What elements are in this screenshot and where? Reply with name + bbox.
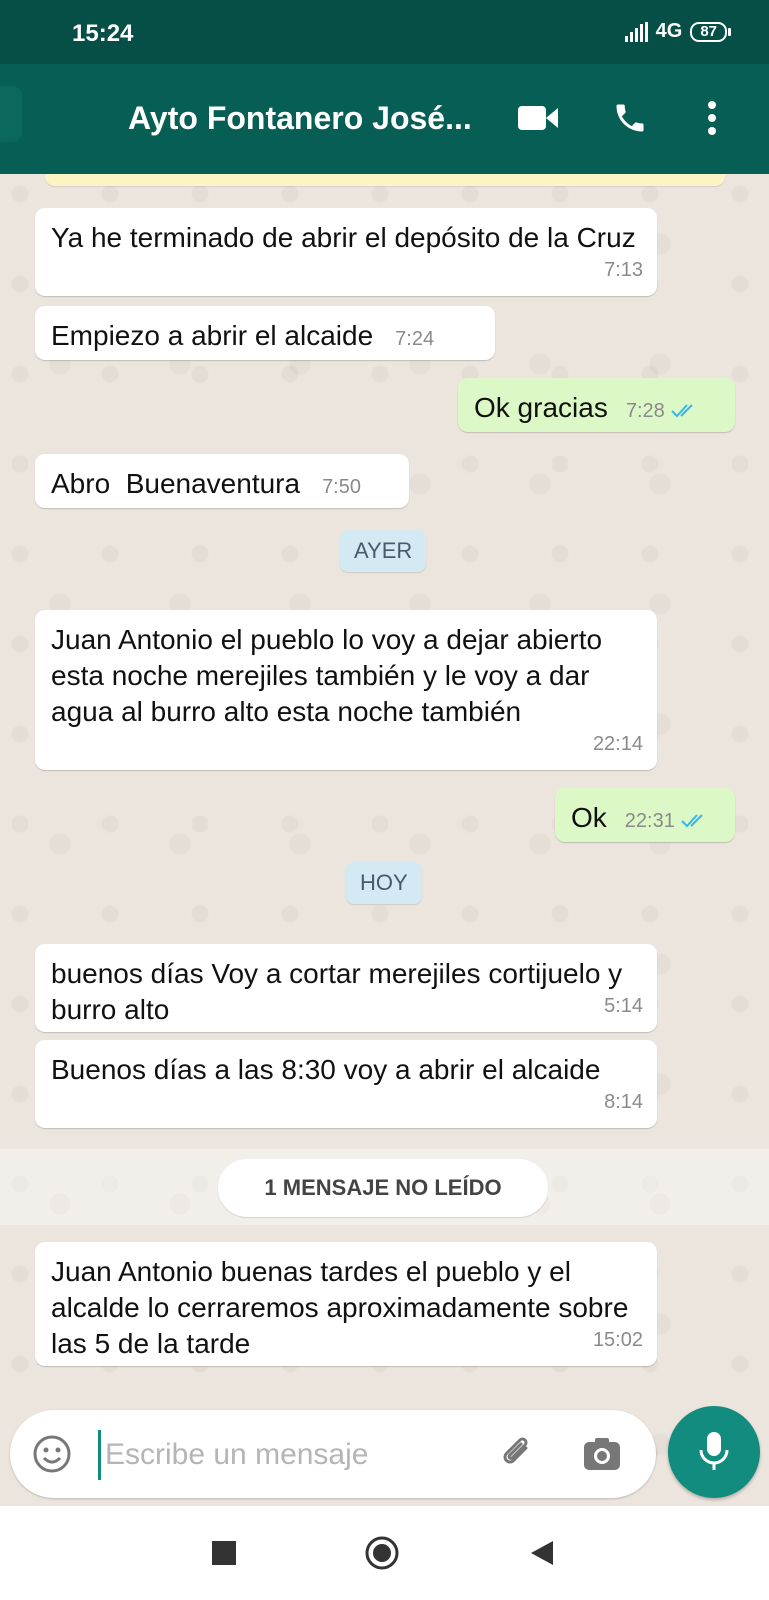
network-type: 4G — [655, 20, 683, 42]
mic-icon — [699, 1432, 729, 1470]
double-check-icon — [681, 802, 711, 838]
message-time: 7:24 — [395, 328, 435, 350]
message-time: 22:31 — [624, 810, 675, 832]
chat-area[interactable]: Ya he terminado de abrir el depósito de … — [0, 174, 769, 1506]
message-incoming[interactable]: Buenos días a las 8:30 voy a abrir el al… — [35, 1040, 657, 1128]
message-composer — [10, 1410, 656, 1498]
message-outgoing[interactable]: Ok 22:31 — [555, 788, 735, 842]
attach-icon[interactable] — [494, 1430, 542, 1478]
back-nav-button[interactable] — [522, 1533, 562, 1573]
home-button[interactable] — [362, 1533, 402, 1573]
message-incoming[interactable]: Empiezo a abrir el alcaide 7:24 — [35, 306, 495, 360]
message-time: 22:14 — [592, 733, 643, 755]
message-time: 5:14 — [604, 995, 643, 1017]
message-text: Ok — [571, 802, 607, 833]
message-time: 7:50 — [322, 476, 361, 498]
message-text: buenos días Voy a cortar merejiles corti… — [51, 958, 630, 1025]
message-time: 7:13 — [604, 259, 643, 281]
more-options-icon[interactable] — [688, 94, 736, 142]
double-check-icon — [671, 392, 701, 428]
message-incoming[interactable]: Ya he terminado de abrir el depósito de … — [35, 208, 657, 296]
unread-divider: 1 MENSAJE NO LEÍDO — [0, 1149, 769, 1225]
message-incoming[interactable]: Juan Antonio buenas tardes el pueblo y e… — [35, 1242, 657, 1366]
message-text: Abro Buenaventura — [51, 468, 301, 499]
unread-label: 1 MENSAJE NO LEÍDO — [218, 1159, 548, 1217]
status-indicators: 4G 87 — [624, 20, 731, 43]
status-time: 15:24 — [72, 20, 134, 47]
signal-icon — [624, 21, 648, 42]
message-outgoing[interactable]: Ok gracias 7:28 — [458, 378, 735, 432]
video-call-icon[interactable] — [514, 94, 562, 142]
message-text: Empiezo a abrir el alcaide — [51, 320, 374, 351]
emoji-icon[interactable] — [28, 1430, 76, 1478]
message-time: 8:14 — [604, 1091, 643, 1113]
status-bar: 15:24 4G 87 — [0, 0, 769, 64]
date-separator-today: HOY — [346, 862, 422, 904]
back-button[interactable] — [0, 86, 22, 142]
message-text: Ya he terminado de abrir el depósito de … — [51, 222, 636, 253]
camera-icon[interactable] — [578, 1430, 626, 1478]
battery-level: 87 — [700, 22, 717, 40]
message-incoming[interactable]: Juan Antonio el pueblo lo voy a dejar ab… — [35, 610, 657, 770]
mic-button[interactable] — [668, 1406, 760, 1498]
message-text: Juan Antonio buenas tardes el pueblo y e… — [51, 1256, 637, 1359]
recent-apps-button[interactable] — [204, 1533, 244, 1573]
message-incoming[interactable]: buenos días Voy a cortar merejiles corti… — [35, 944, 657, 1032]
message-input[interactable] — [98, 1430, 487, 1480]
message-text: Ok gracias — [474, 392, 608, 423]
voice-call-icon[interactable] — [606, 94, 654, 142]
chat-header: Ayto Fontanero José... — [0, 64, 769, 174]
message-text: Juan Antonio el pueblo lo voy a dejar ab… — [51, 624, 610, 727]
message-time: 15:02 — [592, 1329, 643, 1351]
message-time: 7:28 — [625, 400, 665, 422]
encryption-banner — [45, 174, 725, 186]
chat-title[interactable]: Ayto Fontanero José... — [128, 100, 472, 137]
message-incoming[interactable]: Abro Buenaventura 7:50 — [35, 454, 409, 508]
date-separator-yesterday: AYER — [340, 530, 427, 572]
system-navigation-bar — [0, 1506, 769, 1600]
message-text: Buenos días a las 8:30 voy a abrir el al… — [51, 1054, 601, 1085]
battery-icon: 87 — [690, 21, 731, 42]
